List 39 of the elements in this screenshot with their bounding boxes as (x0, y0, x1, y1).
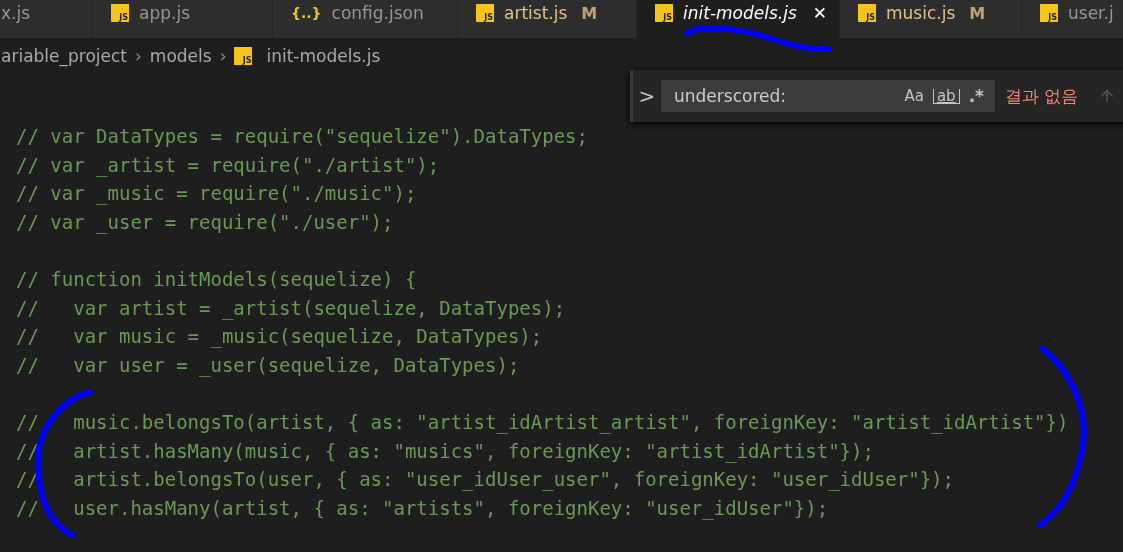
toggle-replace-button[interactable]: > (633, 84, 661, 108)
find-result: 결과 없음 (1005, 84, 1079, 108)
editor-tab[interactable]: JS artist.js M (458, 0, 637, 38)
close-icon[interactable]: ✕ (812, 3, 828, 23)
editor-tab[interactable]: JS music.js M (840, 0, 1022, 38)
code-line: // var DataTypes = require("sequelize").DataTypes; (16, 124, 589, 149)
code-line: // music.belongsTo(artist, { as: "artist_idArtist_artist", foreignKey: "artist_idArtist"}) (16, 409, 1070, 436)
js-file-icon: JS (858, 4, 876, 22)
editor-tab[interactable]: JS app.js (93, 0, 273, 38)
chevron-icon: › (135, 46, 142, 66)
regex-button[interactable]: .* (965, 86, 987, 106)
chevron-icon: › (219, 46, 227, 66)
code-line: // var _artist = require("./artist"); (16, 152, 441, 179)
code-line: // var user = _user(sequelize, DataTypes); (16, 352, 521, 379)
code-line: // var artist = _artist(sequelize, DataTypes); (16, 295, 567, 322)
js-file-icon: JS (111, 4, 129, 22)
match-case-button[interactable]: Aa (901, 87, 927, 105)
code-line: // artist.belongsTo(user, { as: "user_idUser_user", foreignKey: "user_idUser"}); (16, 467, 955, 493)
code-line: // var _music = require("./music"); (16, 181, 418, 207)
breadcrumb-item[interactable]: ariable_project (1, 46, 128, 66)
editor-tab[interactable]: JS init-models.js ✕ (637, 0, 840, 38)
json-file-icon: {..} (291, 5, 322, 21)
js-file-icon: JS (1040, 4, 1058, 22)
js-file-icon: JS (655, 4, 673, 22)
js-file-icon: JS (476, 4, 494, 22)
whole-word-button[interactable]: ab (932, 88, 960, 104)
modified-label: M (969, 3, 986, 23)
breadcrumb-item[interactable]: init-models.js (266, 46, 381, 66)
js-file-icon: JS (234, 47, 253, 65)
code-line: // user.hasMany(artist, { as: "artists", foreignKey: "user_idUser"}); (16, 495, 830, 522)
editor-tab[interactable]: JS user.j (1022, 0, 1123, 38)
editor-tab[interactable]: x.js (0, 0, 93, 38)
code-line: // function initModels(sequelize) { (16, 266, 418, 292)
editor-tab[interactable]: {..} config.json (273, 0, 458, 38)
find-input[interactable]: underscored: Aa ab .* (661, 80, 995, 112)
modified-label: M (581, 3, 598, 23)
code-line: // var _user = require("./user"); (16, 209, 395, 236)
breadcrumb-item[interactable]: models (149, 46, 212, 66)
code-line: // var music = _music(sequelize, DataTypes); (16, 324, 544, 350)
